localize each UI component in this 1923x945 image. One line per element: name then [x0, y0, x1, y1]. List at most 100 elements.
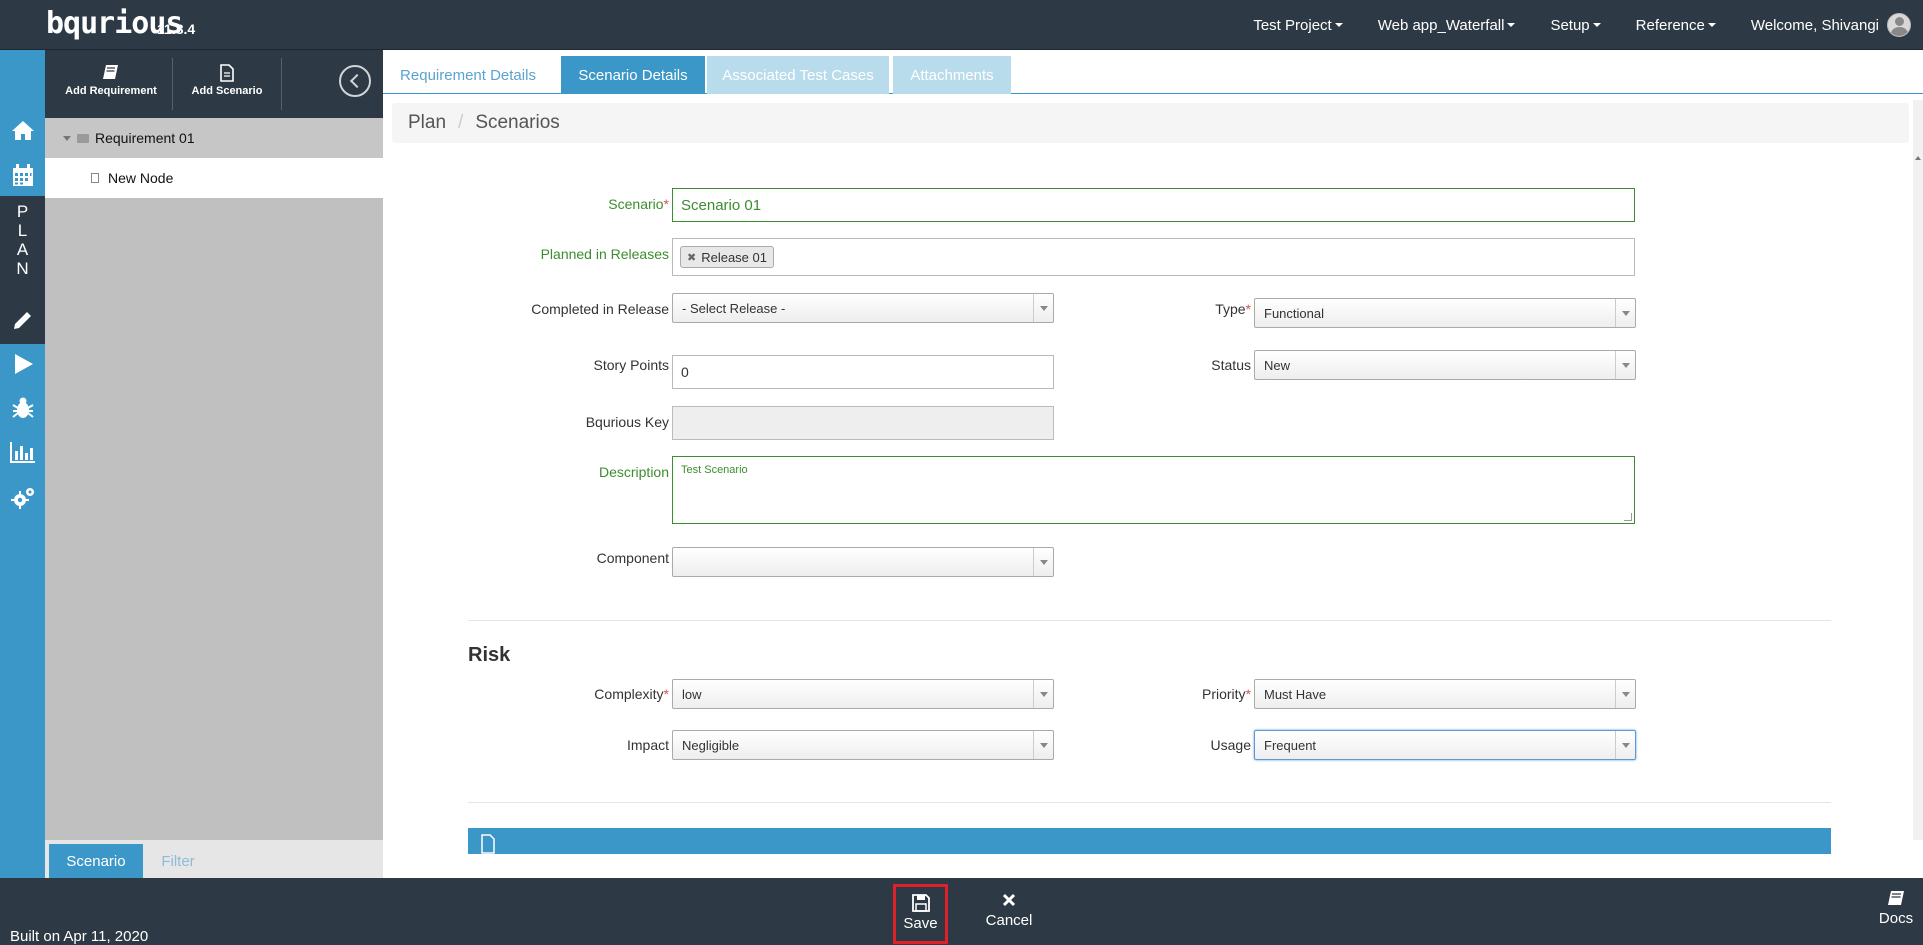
reference-menu[interactable]: Reference [1636, 17, 1716, 34]
scenario-label: Scenario* [608, 196, 669, 212]
type-label: Type* [1215, 301, 1251, 317]
cancel-button[interactable]: Cancel [978, 884, 1040, 944]
tree-item-label: New Node [108, 170, 174, 186]
calendar-icon[interactable] [0, 155, 45, 195]
tree-item-requirement[interactable]: Requirement 01 [45, 118, 383, 158]
dropdown-arrow-icon[interactable] [1615, 731, 1635, 759]
project-label: Test Project [1253, 16, 1332, 34]
impact-select[interactable]: Negligible [672, 730, 1054, 760]
add-requirement-button[interactable]: Add Requirement [61, 64, 161, 97]
cancel-label: Cancel [985, 912, 1033, 929]
status-select[interactable]: New [1254, 350, 1636, 380]
save-button[interactable]: Save [893, 884, 948, 944]
plan-label: PLAN [16, 202, 29, 278]
completed-release-value: - Select Release - [682, 300, 786, 316]
section-header-bar[interactable] [468, 828, 1831, 854]
welcome-user[interactable]: Welcome, Shivangi [1751, 17, 1879, 34]
pencil-icon[interactable] [0, 300, 45, 340]
expand-triangle-icon[interactable] [63, 135, 71, 141]
dropdown-arrow-icon[interactable] [1615, 299, 1635, 327]
docs-button[interactable]: Docs [1872, 884, 1920, 944]
home-icon[interactable] [0, 110, 45, 150]
docs-label: Docs [1878, 910, 1914, 927]
book-icon [103, 65, 118, 79]
usage-select[interactable]: Frequent [1254, 730, 1636, 760]
toolbar-divider [281, 58, 282, 110]
breadcrumb-root[interactable]: Plan [408, 112, 446, 134]
bug-icon[interactable] [0, 388, 45, 428]
scroll-up-icon[interactable] [1915, 156, 1921, 160]
planned-releases-input[interactable]: ✖ Release 01 [672, 238, 1635, 276]
left-icon-rail: PLAN [0, 50, 45, 878]
add-scenario-button[interactable]: Add Scenario [177, 64, 277, 97]
dropdown-arrow-icon[interactable] [1615, 680, 1635, 708]
add-requirement-label: Add Requirement [65, 85, 157, 97]
top-nav: Test Project Web app_Waterfall Setup Ref… [1253, 0, 1923, 50]
build-info: Built on Apr 11, 2020 [10, 928, 149, 945]
app-label: Web app_Waterfall [1377, 16, 1505, 34]
remove-tag-icon[interactable]: ✖ [687, 251, 696, 264]
play-icon[interactable] [0, 344, 45, 384]
resize-handle-icon[interactable] [1624, 513, 1632, 521]
top-bar: bqurious 11.8.4 Test Project Web app_Wat… [0, 0, 1923, 50]
folder-icon [77, 133, 89, 143]
complexity-label: Complexity* [594, 686, 669, 702]
page-icon [481, 834, 495, 854]
book-icon [1888, 891, 1904, 905]
toolbar-divider [172, 58, 173, 110]
complexity-value: low [682, 686, 702, 702]
dropdown-arrow-icon[interactable] [1033, 548, 1053, 576]
tab-attachments[interactable]: Attachments [893, 56, 1011, 94]
requirement-tree-panel: Add Requirement Add Scenario Requirement… [45, 50, 383, 878]
reference-label: Reference [1635, 16, 1705, 34]
tree-item-node[interactable]: New Node [45, 158, 383, 198]
planned-releases-label: Planned in Releases [540, 246, 669, 262]
file-icon [91, 173, 99, 183]
story-points-label: Story Points [593, 357, 669, 373]
app-dropdown[interactable]: Web app_Waterfall [1378, 17, 1516, 34]
status-label: Status [1211, 357, 1251, 373]
tree-tabs: Scenario Filter [45, 840, 383, 878]
setup-menu[interactable]: Setup [1550, 17, 1601, 34]
detail-tabs: Requirement Details Scenario Details Ass… [383, 56, 1923, 94]
scenario-input[interactable]: Scenario 01 [672, 188, 1635, 222]
save-icon [911, 894, 930, 912]
tab-filter[interactable]: Filter [143, 844, 213, 878]
gears-icon[interactable] [0, 478, 45, 518]
release-tag: ✖ Release 01 [680, 246, 774, 268]
priority-value: Must Have [1264, 686, 1327, 702]
close-icon [1002, 893, 1016, 907]
bqurious-key-label: Bqurious Key [585, 414, 669, 430]
completed-release-label: Completed in Release [531, 301, 669, 317]
tab-requirement-details[interactable]: Requirement Details [388, 56, 548, 94]
priority-select[interactable]: Must Have [1254, 679, 1636, 709]
caret-down-icon [1334, 23, 1343, 27]
component-select[interactable] [672, 547, 1054, 577]
bqurious-key-input [672, 406, 1054, 440]
bar-chart-icon[interactable] [0, 432, 45, 472]
app-version: 11.8.4 [157, 21, 196, 37]
main-content: Requirement Details Scenario Details Ass… [383, 50, 1923, 878]
story-points-input[interactable]: 0 [672, 355, 1054, 389]
vertical-scrollbar[interactable] [1913, 100, 1923, 840]
project-dropdown[interactable]: Test Project [1253, 16, 1343, 34]
section-divider [468, 620, 1831, 621]
tab-scenario[interactable]: Scenario [49, 844, 143, 878]
description-text: Test Scenario [681, 464, 748, 476]
risk-title: Risk [468, 644, 511, 666]
description-textarea[interactable]: Test Scenario [672, 456, 1635, 524]
impact-value: Negligible [682, 737, 740, 753]
caret-down-icon [1592, 23, 1601, 27]
description-label: Description [598, 464, 669, 480]
type-select[interactable]: Functional [1254, 298, 1636, 328]
completed-release-select[interactable]: - Select Release - [672, 293, 1054, 323]
tab-scenario-details[interactable]: Scenario Details [561, 56, 705, 94]
breadcrumb-separator: / [458, 112, 464, 133]
collapse-panel-icon[interactable] [339, 65, 371, 97]
dropdown-arrow-icon[interactable] [1615, 351, 1635, 379]
user-avatar-icon[interactable] [1887, 13, 1911, 37]
tab-associated-test-cases[interactable]: Associated Test Cases [707, 56, 889, 94]
complexity-select[interactable]: low [672, 679, 1054, 709]
caret-down-icon [1707, 23, 1716, 27]
status-value: New [1264, 357, 1291, 373]
